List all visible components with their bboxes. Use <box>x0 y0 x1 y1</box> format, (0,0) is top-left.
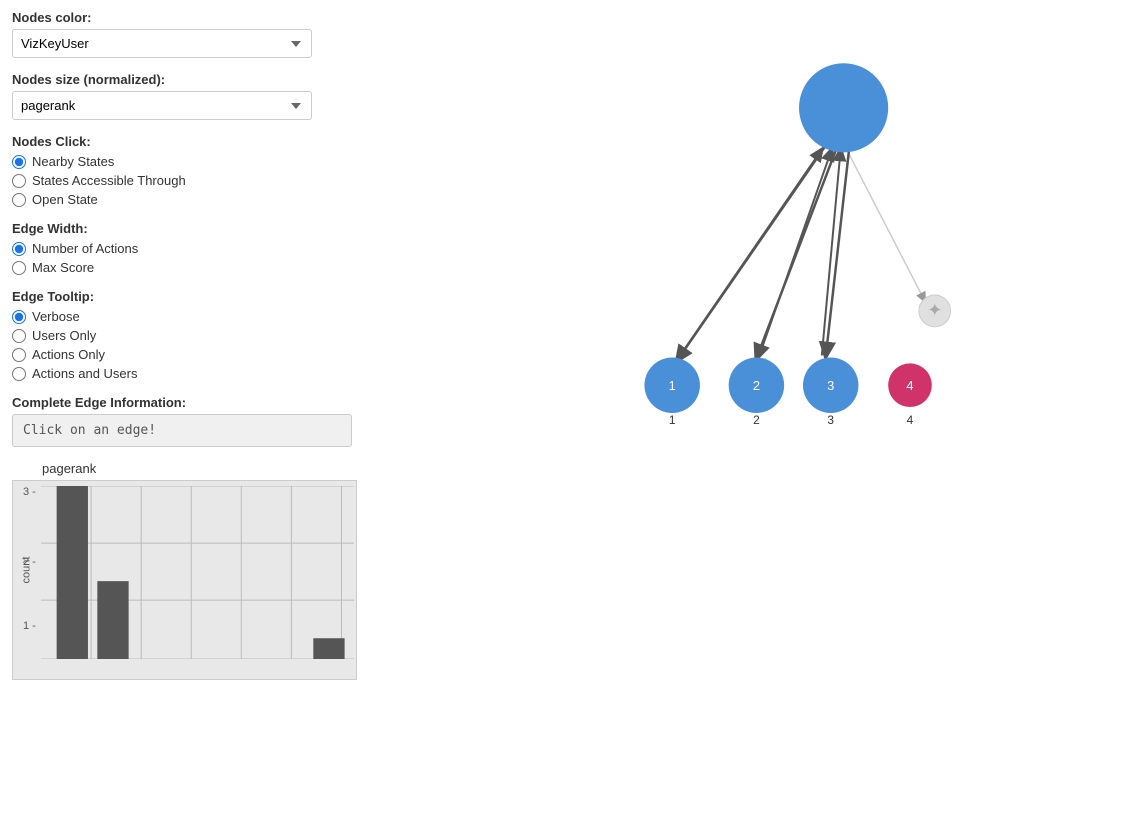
edge-n1-top[interactable] <box>680 149 822 355</box>
node-1-bottom-label: 1 <box>669 413 676 427</box>
radio-num-actions[interactable]: Number of Actions <box>12 241 358 256</box>
node-2-bottom-label: 2 <box>753 413 760 427</box>
nodes-color-label: Nodes color: <box>12 10 358 25</box>
chart-inner <box>41 486 354 659</box>
node-3-label: 3 <box>827 378 834 393</box>
nodes-click-label: Nodes Click: <box>12 134 358 149</box>
num-actions-label: Number of Actions <box>32 241 138 256</box>
edge-tooltip-label: Edge Tooltip: <box>12 289 358 304</box>
chart-svg <box>41 486 354 659</box>
ghost-star: ✦ <box>927 300 942 320</box>
node-4-label: 4 <box>906 378 913 393</box>
edge-width-label: Edge Width: <box>12 221 358 236</box>
nearby-states-label: Nearby States <box>32 154 114 169</box>
actions-only-label: Actions Only <box>32 347 105 362</box>
graph-svg[interactable]: ✦ 1 2 3 4 1 2 3 4 <box>370 0 1123 817</box>
left-panel: Nodes color: VizKeyUserDefaultCustom Nod… <box>0 0 370 817</box>
radio-open-state[interactable]: Open State <box>12 192 358 207</box>
radio-verbose[interactable]: Verbose <box>12 309 358 324</box>
radio-states-accessible[interactable]: States Accessible Through <box>12 173 358 188</box>
y-tick-1: 1 - <box>23 620 36 632</box>
node-top[interactable] <box>799 63 888 152</box>
edge-info-label: Complete Edge Information: <box>12 395 358 410</box>
nodes-size-select[interactable]: pagerankdegreebetweenness <box>12 91 312 120</box>
nodes-color-section: Nodes color: VizKeyUserDefaultCustom <box>12 10 358 58</box>
node-2-label: 2 <box>753 378 760 393</box>
states-accessible-label: States Accessible Through <box>32 173 186 188</box>
edge-top-ghost[interactable] <box>846 147 925 301</box>
actions-users-label: Actions and Users <box>32 366 138 381</box>
radio-max-score[interactable]: Max Score <box>12 260 358 275</box>
edge-width-group: Edge Width: Number of Actions Max Score <box>12 221 358 275</box>
open-state-label: Open State <box>32 192 98 207</box>
users-only-label: Users Only <box>32 328 96 343</box>
edge-info-section: Complete Edge Information: Click on an e… <box>12 395 358 447</box>
verbose-label: Verbose <box>32 309 80 324</box>
max-score-label: Max Score <box>32 260 94 275</box>
node-3-bottom-label: 3 <box>827 413 834 427</box>
nodes-size-label: Nodes size (normalized): <box>12 72 358 87</box>
edge-tooltip-group: Edge Tooltip: Verbose Users Only Actions… <box>12 289 358 381</box>
node-1-label: 1 <box>669 378 676 393</box>
right-panel: ✦ 1 2 3 4 1 2 3 4 <box>370 0 1123 817</box>
nodes-color-select[interactable]: VizKeyUserDefaultCustom <box>12 29 312 58</box>
chart-container: count <box>12 480 357 680</box>
edge-info-box: Click on an edge! <box>12 414 352 447</box>
edge-n2-top[interactable] <box>759 149 831 355</box>
chart-area: pagerank count <box>12 461 357 680</box>
radio-users-only[interactable]: Users Only <box>12 328 358 343</box>
radio-actions-users[interactable]: Actions and Users <box>12 366 358 381</box>
nodes-click-group: Nodes Click: Nearby States States Access… <box>12 134 358 207</box>
chart-title: pagerank <box>12 461 357 476</box>
radio-nearby-states[interactable]: Nearby States <box>12 154 358 169</box>
node-4-bottom-label: 4 <box>907 413 914 427</box>
nodes-size-section: Nodes size (normalized): pagerankdegreeb… <box>12 72 358 120</box>
radio-actions-only[interactable]: Actions Only <box>12 347 358 362</box>
y-tick-2: 2 - <box>23 556 36 568</box>
y-tick-3: 3 - <box>23 486 36 498</box>
